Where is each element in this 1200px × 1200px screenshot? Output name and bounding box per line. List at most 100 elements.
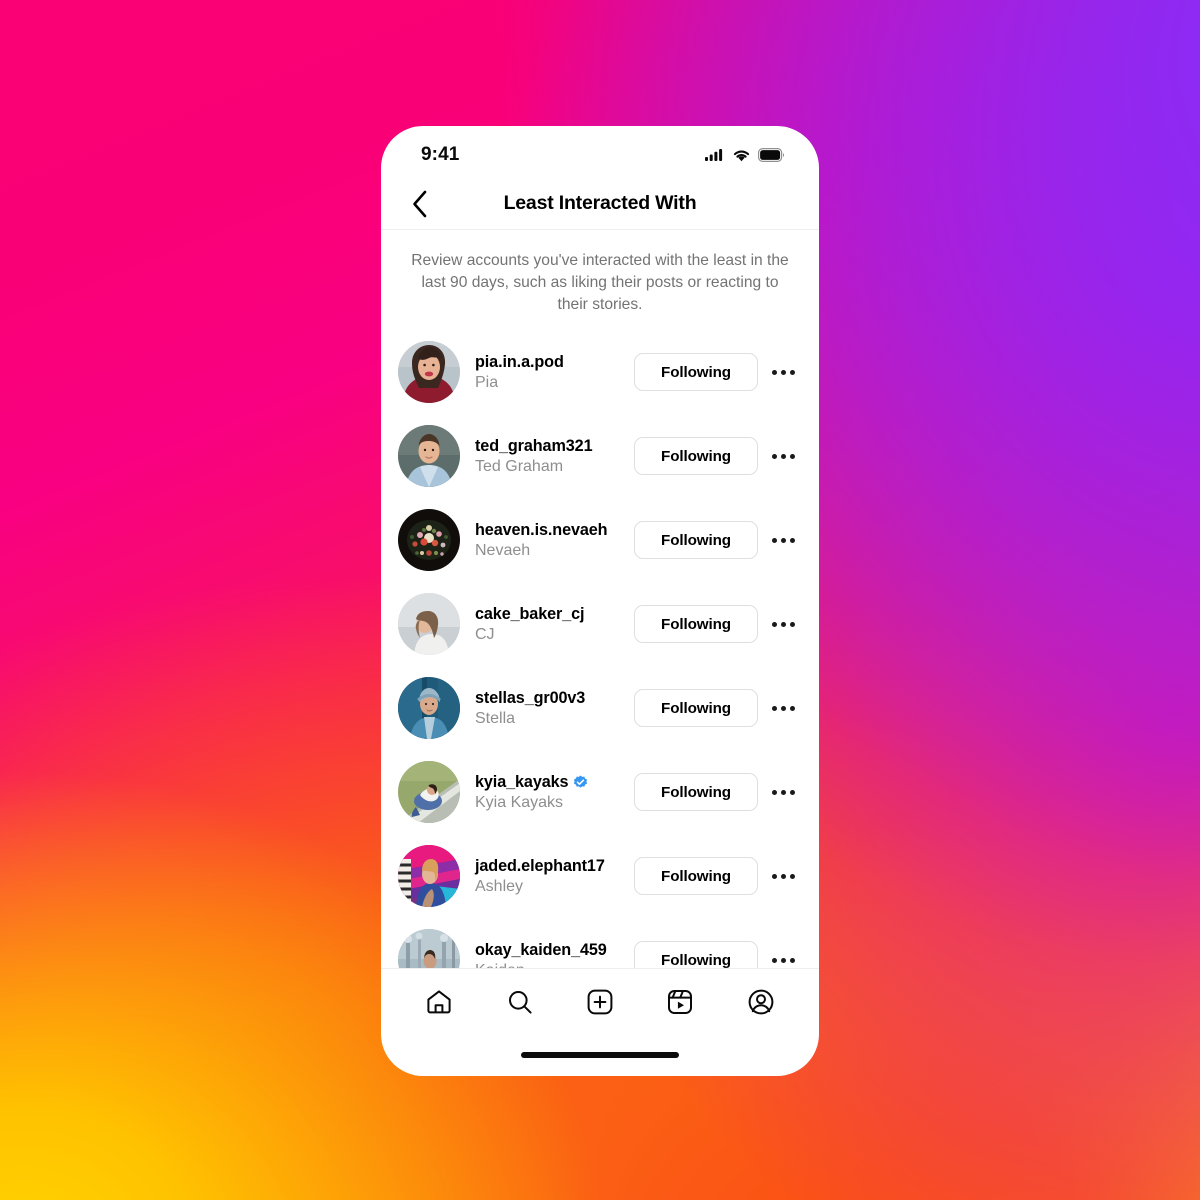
more-options-button[interactable] [764, 857, 802, 895]
account-fullname: Pia [475, 373, 499, 391]
avatar-ashley-image [398, 845, 460, 908]
avatar-nevaeh-image [398, 509, 460, 572]
account-names: jaded.elephant17 Ashley [460, 857, 634, 896]
avatar-kaiden-image [398, 929, 460, 968]
battery-full-icon [758, 148, 785, 162]
status-time: 9:41 [421, 144, 460, 165]
page-description: Review accounts you've interacted with t… [411, 252, 789, 314]
more-options-button[interactable] [764, 521, 802, 559]
reels-icon [668, 989, 693, 1014]
avatar[interactable] [398, 929, 460, 968]
account-row[interactable]: stellas_gr00v3 Stella Following [381, 666, 819, 750]
account-username: pia.in.a.pod [475, 352, 564, 371]
avatar-ted-image [398, 425, 460, 488]
following-button[interactable]: Following [634, 605, 758, 644]
phone-mockup: 9:41 Least Interacted With Review accoun… [381, 126, 819, 1076]
account-row[interactable]: pia.in.a.pod Pia Following [381, 330, 819, 414]
account-username: heaven.is.nevaeh [475, 520, 608, 539]
following-button[interactable]: Following [634, 353, 758, 392]
avatar[interactable] [398, 341, 460, 404]
avatar[interactable] [398, 509, 460, 572]
username-line: pia.in.a.pod [475, 353, 628, 372]
more-options-button[interactable] [764, 605, 802, 643]
username-line: cake_baker_cj [475, 605, 628, 624]
more-options-button[interactable] [764, 353, 802, 391]
home-icon [427, 989, 451, 1013]
account-names: ted_graham321 Ted Graham [460, 437, 634, 476]
username-line: stellas_gr00v3 [475, 689, 628, 708]
more-horizontal-icon [771, 537, 777, 543]
more-horizontal-icon [771, 621, 777, 627]
account-fullname: Ted Graham [475, 457, 564, 475]
account-row[interactable]: heaven.is.nevaeh Nevaeh Following [381, 498, 819, 582]
username-line: kyia_kayaks [475, 773, 628, 792]
avatar[interactable] [398, 761, 460, 824]
tab-reels[interactable] [657, 979, 703, 1025]
bottom-tab-bar [381, 968, 819, 1034]
account-fullname: Nevaeh [475, 541, 531, 559]
nav-header: Least Interacted With [381, 178, 819, 230]
home-indicator-area [381, 1034, 819, 1076]
username-line: ted_graham321 [475, 437, 628, 456]
avatar-pia-image [398, 341, 460, 404]
profile-icon [748, 989, 774, 1014]
home-indicator[interactable] [521, 1052, 679, 1058]
more-horizontal-icon [771, 369, 777, 375]
account-username: jaded.elephant17 [475, 856, 605, 875]
account-row[interactable]: kyia_kayaks Kyia Kayaks Following [381, 750, 819, 834]
status-icons [705, 148, 785, 162]
tab-profile[interactable] [738, 979, 784, 1025]
tab-home[interactable] [416, 979, 462, 1025]
back-button[interactable] [403, 187, 437, 221]
more-horizontal-icon [771, 705, 777, 711]
account-fullname: Kyia Kayaks [475, 793, 564, 811]
account-row[interactable]: jaded.elephant17 Ashley Following [381, 834, 819, 918]
account-names: stellas_gr00v3 Stella [460, 689, 634, 728]
avatar[interactable] [398, 845, 460, 908]
following-button[interactable]: Following [634, 773, 758, 812]
account-row[interactable]: cake_baker_cj CJ Following [381, 582, 819, 666]
account-names: kyia_kayaks Kyia Kayaks [460, 773, 634, 812]
wifi-icon [733, 150, 750, 162]
more-horizontal-icon [771, 453, 777, 459]
account-names: heaven.is.nevaeh Nevaeh [460, 521, 634, 560]
account-row[interactable]: ted_graham321 Ted Graham Following [381, 414, 819, 498]
account-username: okay_kaiden_459 [475, 940, 607, 959]
username-line: jaded.elephant17 [475, 857, 628, 876]
account-fullname: Ashley [475, 877, 524, 895]
following-button[interactable]: Following [634, 689, 758, 728]
account-fullname: CJ [475, 625, 495, 643]
verified-badge-icon [574, 775, 588, 788]
account-username: cake_baker_cj [475, 604, 585, 623]
more-options-button[interactable] [764, 773, 802, 811]
chevron-left-icon [413, 190, 427, 217]
following-button[interactable]: Following [634, 941, 758, 968]
account-list: pia.in.a.pod Pia Following ted_graham321… [381, 330, 819, 968]
account-username: stellas_gr00v3 [475, 688, 586, 707]
account-username: kyia_kayaks [475, 772, 569, 791]
account-names: pia.in.a.pod Pia [460, 353, 634, 392]
more-options-button[interactable] [764, 941, 802, 968]
following-button[interactable]: Following [634, 857, 758, 896]
create-icon [587, 989, 613, 1014]
more-options-button[interactable] [764, 689, 802, 727]
page-title: Least Interacted With [503, 192, 697, 214]
username-line: heaven.is.nevaeh [475, 521, 628, 540]
more-horizontal-icon [771, 957, 777, 963]
avatar[interactable] [398, 593, 460, 656]
following-button[interactable]: Following [634, 437, 758, 476]
tab-search[interactable] [497, 979, 543, 1025]
more-horizontal-icon [771, 873, 777, 879]
tab-create[interactable] [577, 979, 623, 1025]
username-line: okay_kaiden_459 [475, 941, 628, 960]
avatar-kyia-image [398, 761, 460, 824]
following-button[interactable]: Following [634, 521, 758, 560]
avatar[interactable] [398, 677, 460, 740]
account-fullname: Stella [475, 709, 516, 727]
avatar[interactable] [398, 425, 460, 488]
more-options-button[interactable] [764, 437, 802, 475]
search-icon [508, 990, 532, 1014]
more-horizontal-icon [771, 789, 777, 795]
account-names: okay_kaiden_459 Kaiden [460, 941, 634, 968]
account-row[interactable]: okay_kaiden_459 Kaiden Following [381, 918, 819, 968]
